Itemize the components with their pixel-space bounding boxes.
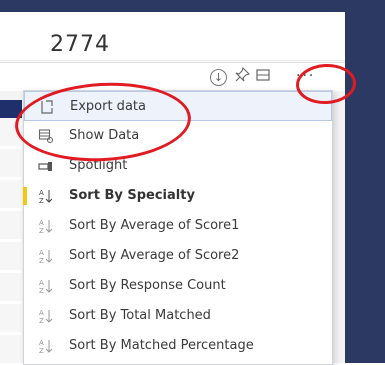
menu-item-label: Sort By Response Count [69,278,226,293]
menu-item-label: Show Data [69,128,140,143]
svg-text:A: A [39,219,44,227]
svg-text:A: A [39,309,44,317]
context-menu: Export data Show Data Spotlight AZ Sort … [23,90,333,365]
menu-item-sort-total-matched[interactable]: AZ Sort By Total Matched [24,301,332,331]
spotlight-icon [38,158,54,174]
menu-item-show-data[interactable]: Show Data [24,121,332,151]
svg-text:Z: Z [39,227,44,234]
show-data-icon [38,128,54,144]
svg-text:A: A [39,339,44,347]
sort-icon: AZ [38,188,54,205]
app-right-frame [345,0,385,363]
menu-item-spotlight[interactable]: Spotlight [24,151,332,181]
svg-text:Z: Z [39,257,44,264]
menu-item-sort-score2[interactable]: AZ Sort By Average of Score2 [24,241,332,271]
sort-icon: AZ [38,248,54,265]
menu-item-label: Sort By Specialty [69,188,195,203]
menu-item-sort-response-count[interactable]: AZ Sort By Response Count [24,271,332,301]
selected-marker [23,187,27,205]
focus-mode-icon[interactable] [254,67,272,85]
sort-icon: AZ [38,278,54,295]
pin-icon[interactable] [233,66,251,85]
menu-item-label: Sort By Average of Score2 [69,248,240,263]
svg-text:A: A [39,249,44,257]
menu-item-label: Sort By Total Matched [69,308,211,323]
menu-item-label: Sort By Matched Percentage [69,338,254,353]
menu-item-label: Sort By Average of Score1 [69,218,240,233]
more-options-icon[interactable]: ··· [296,67,314,85]
menu-item-sort-matched-percentage[interactable]: AZ Sort By Matched Percentage [24,331,332,361]
app-top-bar [0,0,345,12]
sort-icon: AZ [38,308,54,325]
svg-text:Z: Z [39,347,44,354]
menu-item-label: Spotlight [69,158,128,173]
sort-icon: AZ [38,338,54,355]
menu-item-label: Export data [70,99,146,114]
svg-text:A: A [39,279,44,287]
menu-item-sort-score1[interactable]: AZ Sort By Average of Score1 [24,211,332,241]
menu-item-sort-specialty[interactable]: AZ Sort By Specialty [23,181,332,211]
svg-text:A: A [39,189,44,197]
sort-icon: AZ [38,218,54,235]
svg-text:Z: Z [39,197,44,204]
menu-item-export-data[interactable]: Export data [24,91,332,121]
export-icon [39,99,55,115]
visual-header [0,62,345,91]
kpi-value: 2774 [50,32,110,57]
table-header-bar [0,100,22,118]
svg-text:Z: Z [39,287,44,294]
download-icon[interactable]: ↓ [210,69,227,86]
svg-text:Z: Z [39,317,44,324]
kpi-card: 2774 [0,22,345,61]
canvas-top-gap [0,12,345,22]
table-rows [0,118,22,363]
